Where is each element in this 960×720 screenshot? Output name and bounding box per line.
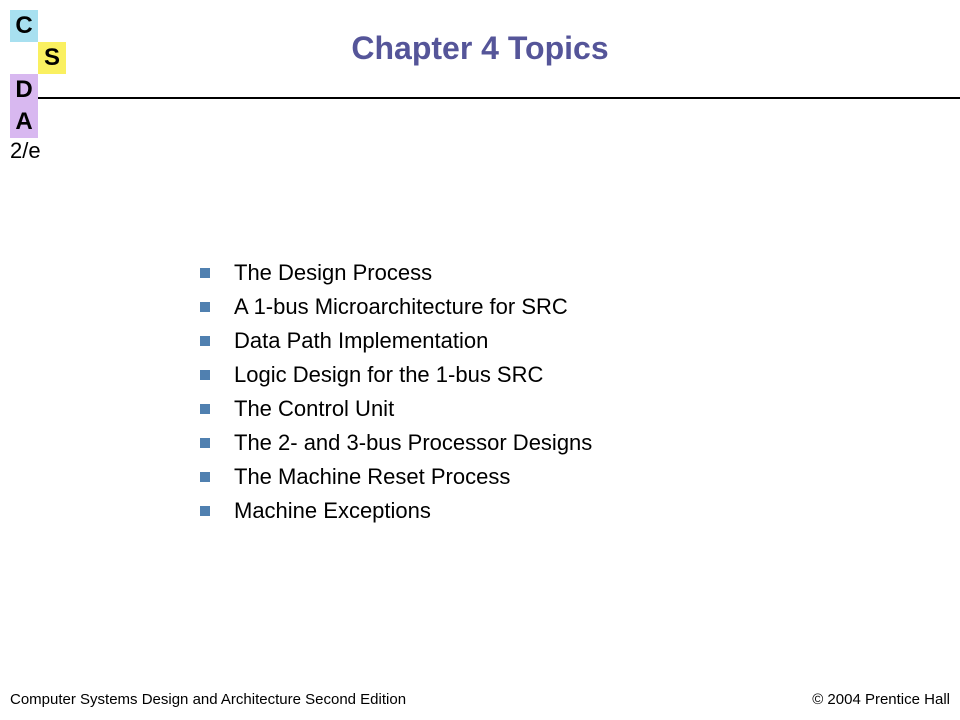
bullet-text: A 1-bus Microarchitecture for SRC [234,294,568,320]
logo-letter-d: D [10,74,38,106]
bullet-icon [200,370,210,380]
bullet-icon [200,472,210,482]
bullet-icon [200,268,210,278]
slide-title: Chapter 4 Topics [0,30,960,67]
logo-area: C S D A 2/e [0,0,95,160]
list-item: A 1-bus Microarchitecture for SRC [200,294,860,320]
list-item: Logic Design for the 1-bus SRC [200,362,860,388]
list-item: The Machine Reset Process [200,464,860,490]
bullet-icon [200,302,210,312]
bullet-text: Data Path Implementation [234,328,488,354]
footer-copyright: © 2004 Prentice Hall [812,691,950,708]
bullet-text: The 2- and 3-bus Processor Designs [234,430,592,456]
list-item: Data Path Implementation [200,328,860,354]
bullet-icon [200,336,210,346]
bullet-text: Machine Exceptions [234,498,431,524]
title-rule [38,97,960,99]
bullet-text: The Control Unit [234,396,394,422]
list-item: The 2- and 3-bus Processor Designs [200,430,860,456]
list-item: The Control Unit [200,396,860,422]
list-item: Machine Exceptions [200,498,860,524]
bullet-text: The Design Process [234,260,432,286]
bullet-icon [200,404,210,414]
logo-letter-a: A [10,106,38,138]
bullet-text: Logic Design for the 1-bus SRC [234,362,543,388]
bullet-icon [200,506,210,516]
list-item: The Design Process [200,260,860,286]
logo-edition: 2/e [10,138,41,164]
bullet-icon [200,438,210,448]
bullet-list: The Design Process A 1-bus Microarchitec… [200,260,860,532]
bullet-text: The Machine Reset Process [234,464,510,490]
footer-book-title: Computer Systems Design and Architecture… [10,691,406,708]
